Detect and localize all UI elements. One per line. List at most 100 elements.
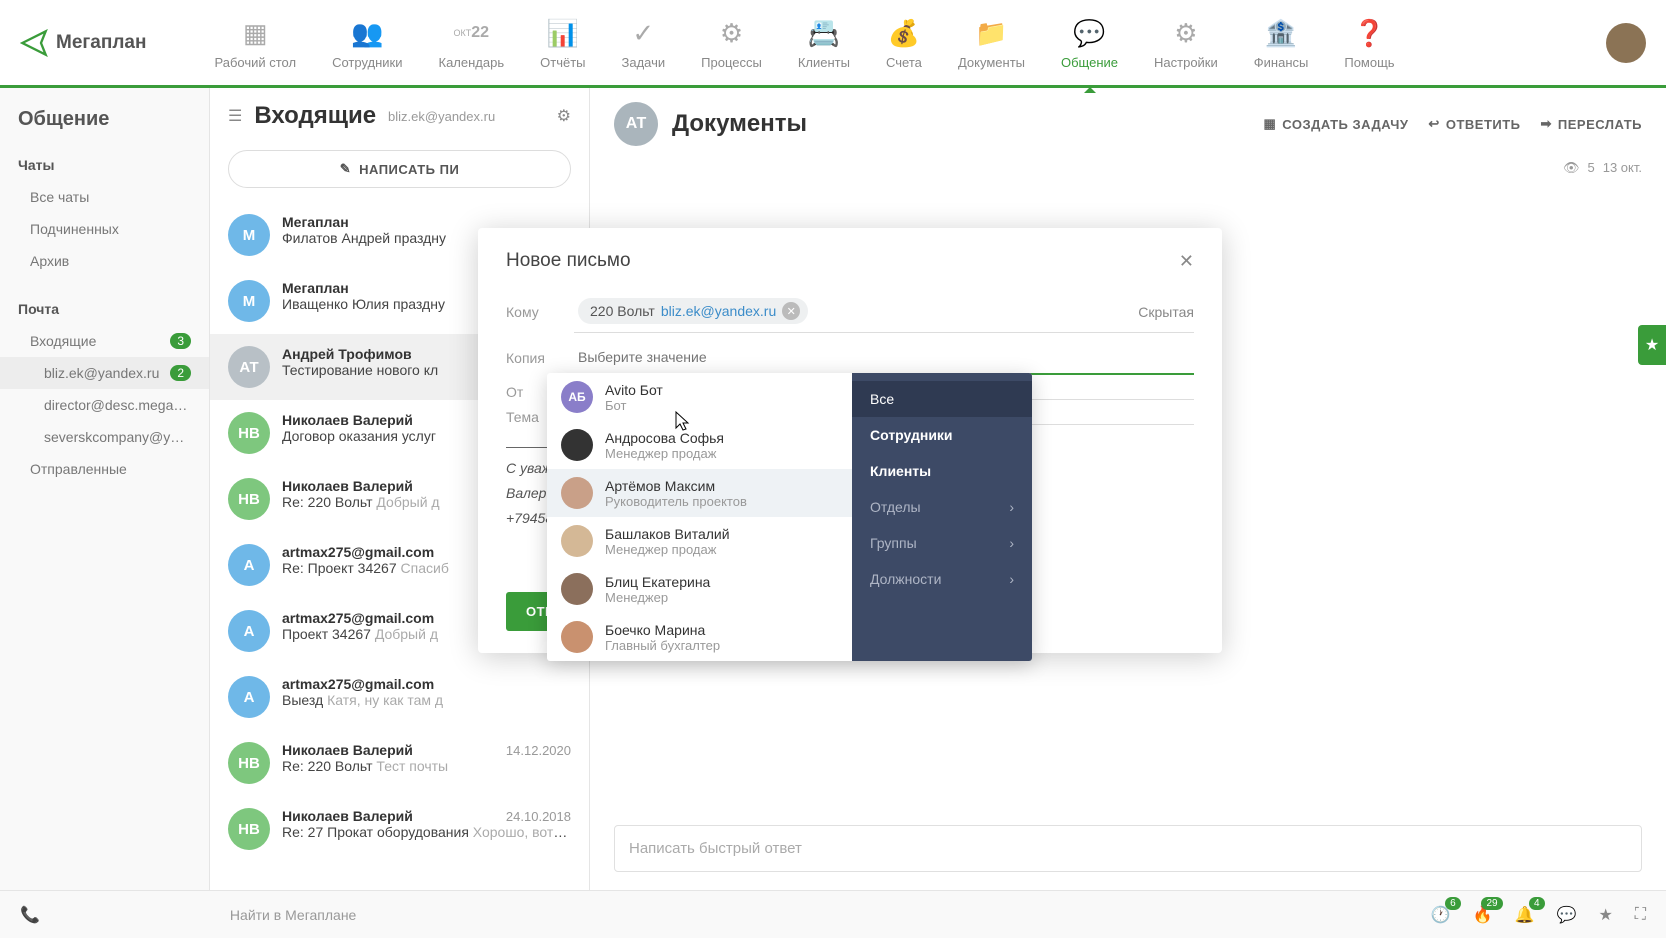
cc-field[interactable]	[574, 341, 1194, 375]
nav-Рабочий стол[interactable]: ▦Рабочий стол	[196, 7, 314, 78]
nav-icon: 📊	[545, 15, 581, 51]
category-item[interactable]: Все	[852, 381, 1032, 417]
chevron-right-icon: ›	[1009, 499, 1014, 515]
contact-item[interactable]: Артёмов МаксимРуководитель проектов	[547, 469, 852, 517]
contact-item[interactable]: Андросова СофьяМенеджер продаж	[547, 421, 852, 469]
category-item[interactable]: Должности›	[852, 561, 1032, 597]
mail-avatar: НВ	[228, 412, 270, 454]
sidebar-chat-item[interactable]: Подчиненных	[0, 213, 209, 245]
logo-icon	[20, 29, 48, 57]
category-item[interactable]: Отделы›	[852, 489, 1032, 525]
nav-icon: ⚙	[714, 15, 750, 51]
mail-avatar: А	[228, 610, 270, 652]
nav-Задачи[interactable]: ✓Задачи	[604, 7, 684, 78]
sidebar-mail-item[interactable]: Входящие3	[0, 325, 209, 357]
eye-icon: 👁	[1563, 160, 1580, 176]
expand-icon[interactable]: ⛶	[1635, 906, 1646, 924]
forward-button[interactable]: ➡ПЕРЕСЛАТЬ	[1541, 116, 1642, 132]
contact-avatar	[561, 525, 593, 557]
category-item[interactable]: Сотрудники	[852, 417, 1032, 453]
sidebar-mail-item[interactable]: bliz.ek@yandex.ru2	[0, 357, 209, 389]
task-icon: ▦	[1264, 116, 1277, 132]
remove-chip-icon[interactable]: ✕	[782, 302, 800, 320]
mail-item[interactable]: А artmax275@gmail.com Выезд Катя, ну как…	[210, 664, 589, 730]
close-icon[interactable]: ✕	[1179, 251, 1194, 272]
mail-avatar: А	[228, 544, 270, 586]
chevron-right-icon: ›	[1009, 535, 1014, 551]
global-search[interactable]: Найти в Мегаплане	[230, 907, 1431, 923]
compose-button[interactable]: ✎ НАПИСАТЬ ПИ	[228, 150, 571, 188]
nav-Финансы[interactable]: 🏦Финансы	[1236, 7, 1327, 78]
cc-label: Копия	[506, 350, 574, 366]
nav-icon: 📇	[806, 15, 842, 51]
mail-item[interactable]: НВ Николаев Валерий14.12.2020 Re: 220 Во…	[210, 730, 589, 796]
category-item[interactable]: Клиенты	[852, 453, 1032, 489]
sidebar-mail-heading: Почта	[0, 293, 209, 325]
contact-item[interactable]: АБ Avito БотБот	[547, 373, 852, 421]
sidebar-mail-item[interactable]: severskcompany@yandex.ru	[0, 421, 209, 453]
bcc-toggle[interactable]: Скрытая	[1138, 304, 1194, 320]
nav-Отчёты[interactable]: 📊Отчёты	[522, 7, 603, 78]
contact-avatar	[561, 477, 593, 509]
fire-icon[interactable]: 🔥29	[1473, 905, 1493, 925]
nav-icon: ▦	[237, 15, 273, 51]
nav-Документы[interactable]: 📁Документы	[940, 7, 1043, 78]
mail-view-meta: ▦СОЗДАТЬ ЗАДАЧУ ↩ОТВЕТИТЬ ➡ПЕРЕСЛАТЬ	[1264, 116, 1643, 132]
chat-icon[interactable]: 💬	[1557, 905, 1577, 925]
sidebar-chat-item[interactable]: Все чаты	[0, 181, 209, 213]
sidebar: Общение Чаты Все чатыПодчиненныхАрхив По…	[0, 88, 210, 890]
sidebar-chats-heading: Чаты	[0, 149, 209, 181]
star-icon[interactable]: ★	[1598, 905, 1612, 925]
mail-avatar: А	[228, 676, 270, 718]
to-label: Кому	[506, 304, 574, 320]
nav-Сотрудники[interactable]: 👥Сотрудники	[314, 7, 420, 78]
contact-avatar	[561, 429, 593, 461]
bottom-bar: 📞 Найти в Мегаплане 🕐6 🔥29 🔔4 💬 ★ ⛶	[0, 890, 1666, 938]
bell-icon[interactable]: 🔔4	[1515, 905, 1535, 925]
nav-Общение[interactable]: 💬Общение	[1043, 7, 1136, 78]
clock-icon[interactable]: 🕐6	[1431, 905, 1451, 925]
nav-icon: 🏦	[1263, 15, 1299, 51]
nav-icon: 👥	[349, 15, 385, 51]
to-field[interactable]: 220 Вольт bliz.ek@yandex.ru ✕	[574, 290, 1194, 333]
category-item[interactable]: Группы›	[852, 525, 1032, 561]
reply-button[interactable]: ↩ОТВЕТИТЬ	[1428, 116, 1520, 132]
sidebar-mail-item[interactable]: Отправленные	[0, 453, 209, 485]
nav-icon: ✓	[625, 15, 661, 51]
menu-icon[interactable]: ☰	[228, 106, 242, 126]
contact-avatar: АБ	[561, 381, 593, 413]
nav-icon: 💬	[1072, 15, 1108, 51]
mail-item[interactable]: НВ Николаев Валерий24.10.2018 Re: 27 Про…	[210, 796, 589, 862]
mail-list-subtitle: bliz.ek@yandex.ru	[388, 109, 495, 124]
nav-icon: 💰	[886, 15, 922, 51]
app-header: Мегаплан ▦Рабочий стол👥СотрудникиОКТ22Ка…	[0, 0, 1666, 88]
nav-Счета[interactable]: 💰Счета	[868, 7, 940, 78]
main-nav: ▦Рабочий стол👥СотрудникиОКТ22Календарь📊О…	[196, 7, 1606, 78]
mail-avatar: М	[228, 214, 270, 256]
user-avatar[interactable]	[1606, 23, 1646, 63]
favorites-tab[interactable]: ★	[1638, 325, 1666, 365]
chevron-right-icon: ›	[1009, 571, 1014, 587]
nav-Процессы[interactable]: ⚙Процессы	[683, 7, 780, 78]
sidebar-chat-item[interactable]: Архив	[0, 245, 209, 277]
quick-reply-input[interactable]: Написать быстрый ответ	[614, 825, 1642, 872]
contact-item[interactable]: Башлаков ВиталийМенеджер продаж	[547, 517, 852, 565]
nav-Помощь[interactable]: ❓Помощь	[1326, 7, 1412, 78]
recipient-chip[interactable]: 220 Вольт bliz.ek@yandex.ru ✕	[578, 298, 808, 324]
mail-view-title: Документы	[672, 110, 807, 138]
logo[interactable]: Мегаплан	[20, 29, 146, 57]
nav-Клиенты[interactable]: 📇Клиенты	[780, 7, 868, 78]
create-task-button[interactable]: ▦СОЗДАТЬ ЗАДАЧУ	[1264, 116, 1409, 132]
nav-Настройки[interactable]: ⚙Настройки	[1136, 7, 1236, 78]
phone-icon[interactable]: 📞	[20, 905, 40, 925]
gear-icon[interactable]: ⚙	[557, 106, 571, 126]
contact-item[interactable]: Блиц ЕкатеринаМенеджер	[547, 565, 852, 613]
nav-icon: ОКТ22	[453, 15, 489, 51]
sidebar-mail-item[interactable]: director@desc.megaplan.ru	[0, 389, 209, 421]
contact-item[interactable]: Боечко МаринаГлавный бухгалтер	[547, 613, 852, 661]
nav-icon: ❓	[1351, 15, 1387, 51]
mail-avatar: НВ	[228, 808, 270, 850]
nav-Календарь[interactable]: ОКТ22Календарь	[421, 7, 523, 78]
contact-dropdown: АБ Avito БотБот Андросова СофьяМенеджер …	[547, 373, 1032, 661]
mail-avatar: АТ	[228, 346, 270, 388]
